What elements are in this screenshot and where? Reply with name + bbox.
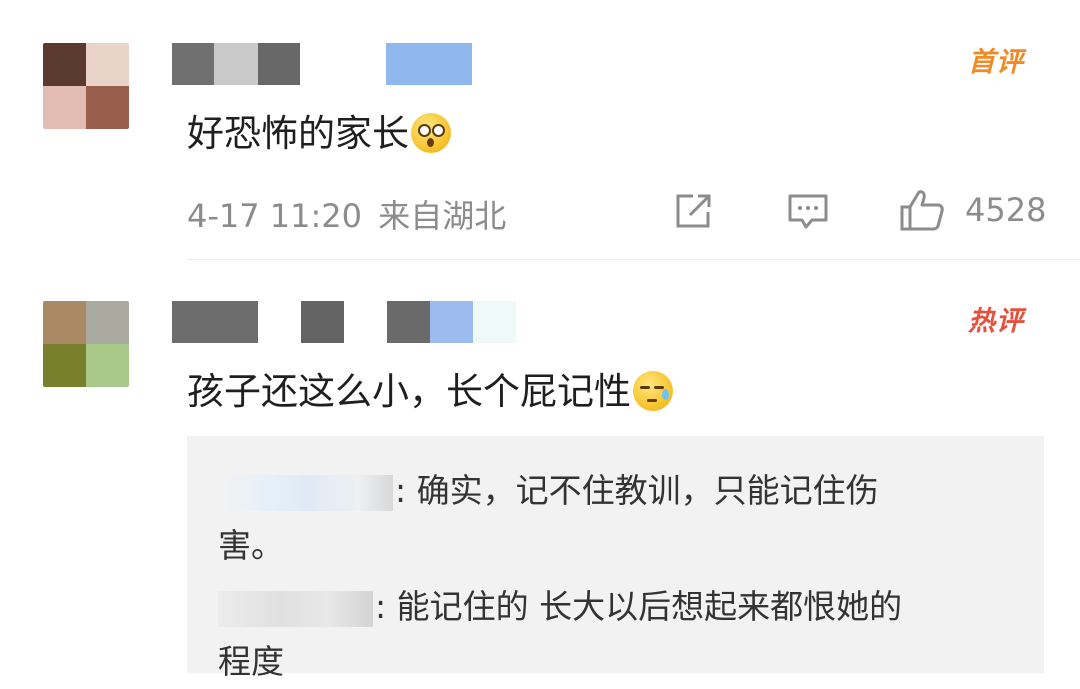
sweat-emoji-icon <box>633 370 673 411</box>
hot-comment-badge: 热评 <box>968 306 1024 337</box>
reply-text-line1: : 能记住的 长大以后想起来都恨她的 <box>375 587 903 626</box>
reply-text-line1: : 确实，记不住教训，只能记住伤 <box>395 471 879 510</box>
reply-item: : 确实，记不住教训，只能记住伤 害。 <box>218 463 879 573</box>
reply-text-line2: 害。 <box>218 526 284 565</box>
comment-body: 孩子还这么小，长个屁记性 <box>187 370 631 413</box>
reply-text-line2: 程度 <box>218 642 284 681</box>
reply-username[interactable] <box>218 474 393 511</box>
comment-item: 热评 孩子还这么小，长个屁记性 : 确实，记不住教训，只能记住伤 害。 : 能记… <box>0 0 1080 681</box>
username[interactable] <box>172 301 516 343</box>
avatar[interactable] <box>43 301 129 387</box>
reply-username[interactable] <box>218 590 373 627</box>
reply-thread[interactable]: : 确实，记不住教训，只能记住伤 害。 : 能记住的 长大以后想起来都恨她的 程… <box>187 436 1044 681</box>
comment-text: 孩子还这么小，长个屁记性 <box>187 361 673 415</box>
